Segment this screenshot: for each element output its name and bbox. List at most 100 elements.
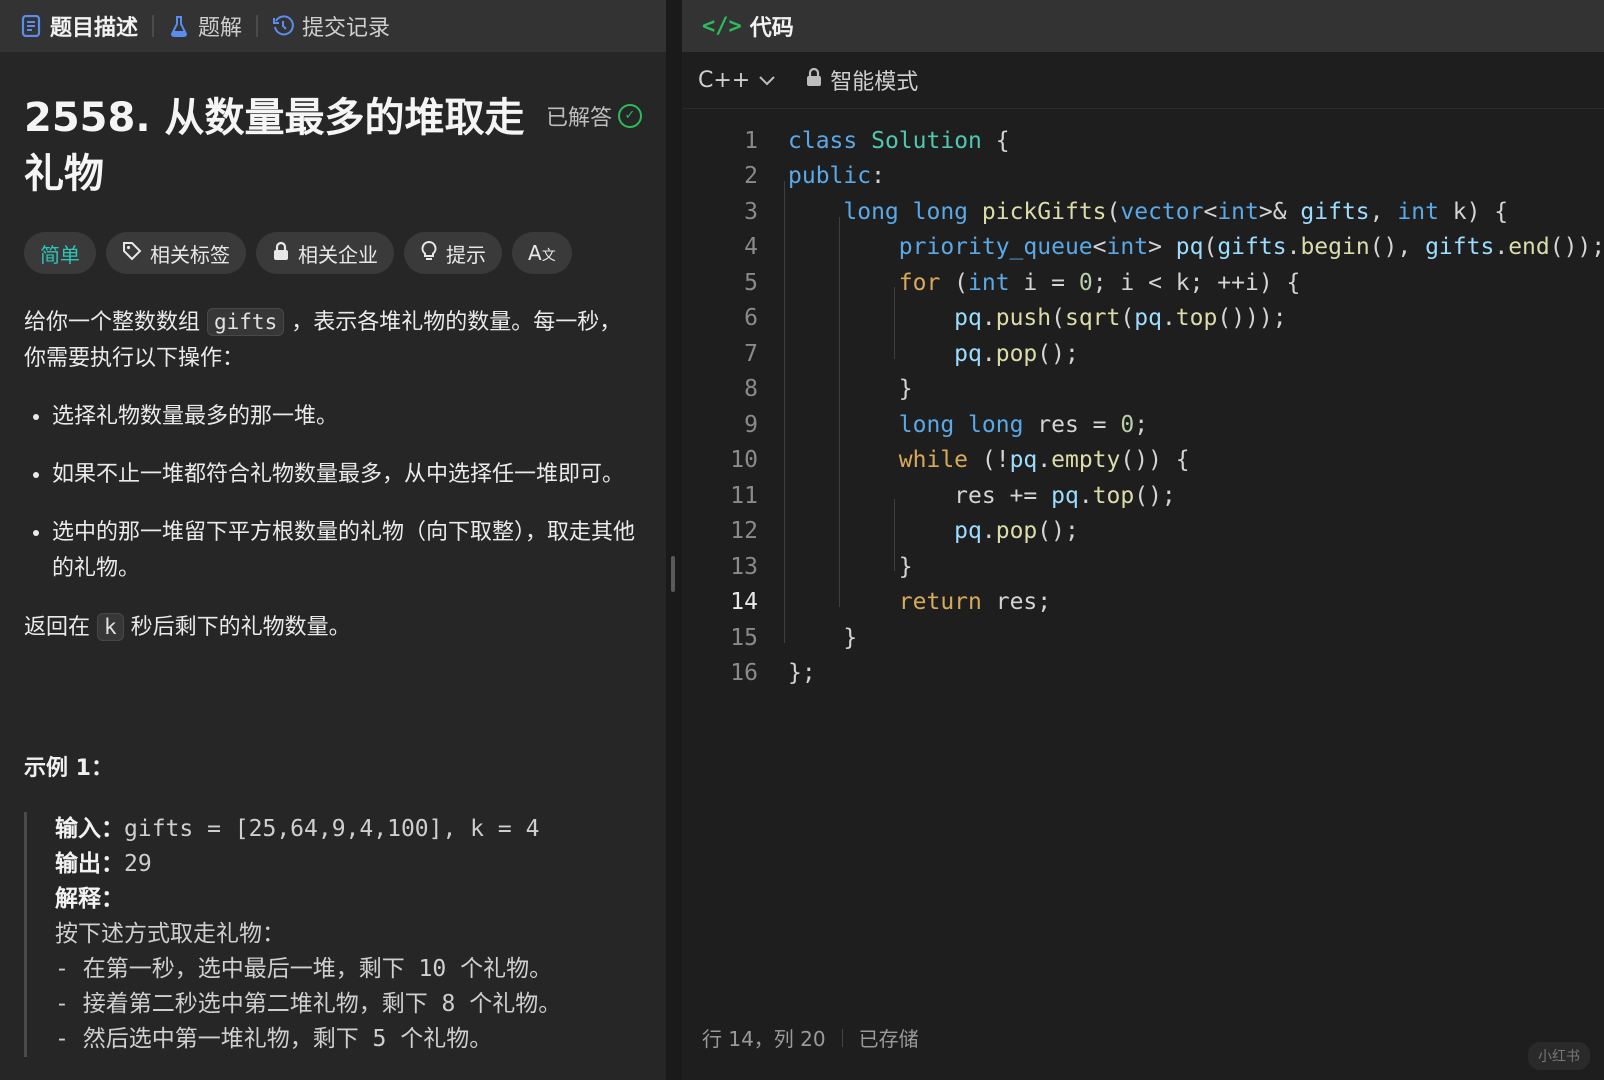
mode-toggle[interactable]: 智能模式 <box>806 64 918 96</box>
code-text: } <box>788 376 913 403</box>
example-output: 29 <box>124 851 152 877</box>
solved-badge: 已解答 ✓ <box>546 100 642 132</box>
history-icon <box>272 15 294 37</box>
code-line[interactable]: 15 } <box>682 620 1604 656</box>
tag-icon <box>122 241 142 266</box>
list-item: 选择礼物数量最多的那一堆。 <box>52 399 642 435</box>
translate-icon: A文 <box>528 241 556 265</box>
hint-label: 提示 <box>446 242 486 267</box>
example-input-label: 输入： <box>55 816 124 842</box>
operation-list: 选择礼物数量最多的那一堆。 如果不止一堆都符合礼物数量最多，从中选择任一堆即可。… <box>24 399 642 587</box>
code-line[interactable]: 12 pq.pop(); <box>682 514 1604 550</box>
code-line[interactable]: 3 long long pickGifts(vector<int>& gifts… <box>682 194 1604 230</box>
lightbulb-icon <box>420 240 438 267</box>
line-number: 16 <box>730 660 758 687</box>
language-label: C++ <box>698 67 751 93</box>
code-editor[interactable]: 1 class Solution { 2 public: 3 long long pic… <box>682 123 1604 691</box>
code-line[interactable]: 14 return res; <box>682 585 1604 621</box>
tab-solutions[interactable]: 题解 <box>168 10 256 42</box>
related-companies-label: 相关企业 <box>298 242 378 267</box>
related-tags-chip[interactable]: 相关标签 <box>106 232 246 274</box>
saved-status: 已存储 <box>858 1027 919 1051</box>
code-line[interactable]: 16}; <box>682 656 1604 692</box>
indent-guide <box>894 287 895 359</box>
line-number: 10 <box>730 447 758 474</box>
tag-chips: 简单 相关标签 相关企业 提示 A文 <box>24 232 642 274</box>
indent-guide <box>839 217 840 607</box>
chevron-down-icon <box>758 68 776 93</box>
code-line[interactable]: 4 priority_queue<int> pq(gifts.begin(), … <box>682 230 1604 266</box>
difficulty-chip[interactable]: 简单 <box>24 232 96 274</box>
code-line[interactable]: 2 public: <box>682 159 1604 195</box>
document-icon <box>20 15 42 37</box>
code-line[interactable]: 6 pq.push(sqrt(pq.top())); <box>682 301 1604 337</box>
flask-icon <box>168 15 190 37</box>
hint-chip[interactable]: 提示 <box>404 232 502 274</box>
line-number: 4 <box>744 234 758 261</box>
watermark: 小红书 <box>1528 1042 1590 1070</box>
line-number: 15 <box>730 624 758 651</box>
code-line[interactable]: 10 while (!pq.empty()) { <box>682 443 1604 479</box>
code-line[interactable]: 7 pq.pop(); <box>682 336 1604 372</box>
code-line[interactable]: 1 class Solution { <box>682 123 1604 159</box>
example-output-label: 输出： <box>55 851 124 877</box>
code-header: </> 代码 <box>682 0 1604 52</box>
code-line[interactable]: 8 } <box>682 372 1604 408</box>
intro-text: 给你一个整数数组 <box>24 310 207 335</box>
code-line[interactable]: 13 } <box>682 549 1604 585</box>
line-number: 1 <box>744 127 758 154</box>
line-number: 3 <box>744 198 758 225</box>
line-number: 5 <box>744 269 758 296</box>
status-bar: 行 14，列 20 已存储 <box>702 1023 919 1052</box>
example-input: gifts = [25,64,9,4,100], k = 4 <box>124 816 540 842</box>
indent-guide <box>894 499 895 571</box>
lock-icon <box>806 67 822 93</box>
example-block: 输入：gifts = [25,64,9,4,100], k = 4 输出：29 … <box>24 812 642 1057</box>
code-text: res += pq.top(); <box>788 482 1176 509</box>
problem-panel: 题目描述 题解 提交记录 2558. 从数量最多的堆取走 礼物 已解答 ✓ 简单… <box>0 0 666 1080</box>
code-text: for (int i = 0; i < k; ++i) { <box>898 269 1301 296</box>
panel-splitter[interactable] <box>666 0 682 1080</box>
line-number: 12 <box>730 518 758 545</box>
code-line[interactable]: 11 res += pq.top(); <box>682 478 1604 514</box>
problem-intro: 给你一个整数数组 gifts ，表示各堆礼物的数量。每一秒，你需要执行以下操作： <box>24 304 642 377</box>
tab-description[interactable]: 题目描述 <box>20 10 152 42</box>
code-text: public: <box>788 163 885 190</box>
line-number: 8 <box>744 376 758 403</box>
code-line[interactable]: 5 for (int i = 0; i < k; ++i) { <box>682 265 1604 301</box>
tab-submissions-label: 提交记录 <box>302 16 391 41</box>
code-icon: </> <box>702 13 742 39</box>
solved-label: 已解答 <box>545 106 612 131</box>
code-text: }; <box>788 660 816 687</box>
line-number: 6 <box>744 305 758 332</box>
return-text: 返回在 k 秒后剩下的礼物数量。 <box>24 609 642 646</box>
problem-title-line2: 礼物 <box>24 151 104 197</box>
code-line[interactable]: 9 long long res = 0; <box>682 407 1604 443</box>
status-divider <box>841 1028 843 1047</box>
code-header-label: 代码 <box>749 16 794 41</box>
line-number: 2 <box>744 163 758 190</box>
code-text: priority_queue<int> pq(gifts.begin(), gi… <box>898 234 1604 261</box>
line-number: 13 <box>730 553 758 580</box>
example-explain-label: 解释： <box>55 886 124 912</box>
problem-title[interactable]: 2558. 从数量最多的堆取走 礼物 <box>24 90 544 202</box>
left-tab-bar: 题目描述 题解 提交记录 <box>0 0 666 52</box>
return-text-pre: 返回在 <box>24 615 97 640</box>
language-select[interactable]: C++ <box>698 68 776 93</box>
example-title: 示例 1： <box>24 756 113 781</box>
translate-chip[interactable]: A文 <box>512 232 572 274</box>
code-text: long long pickGifts(vector<int>& gifts, … <box>843 198 1509 225</box>
splitter-handle[interactable] <box>671 556 675 592</box>
difficulty-label: 简单 <box>40 242 80 267</box>
example-line: - 在第一秒，选中最后一堆，剩下 10 个礼物。 <box>55 956 553 982</box>
tab-submissions[interactable]: 提交记录 <box>272 10 404 42</box>
editor-toolbar: C++ 智能模式 <box>682 52 1604 109</box>
related-companies-chip[interactable]: 相关企业 <box>256 232 394 274</box>
code-panel: </> 代码 C++ 智能模式 1 class Solution { 2 public… <box>682 0 1604 1080</box>
inline-code-gifts: gifts <box>207 308 285 336</box>
list-item: 选中的那一堆留下平方根数量的礼物（向下取整），取走其他的礼物。 <box>52 515 642 587</box>
lock-icon <box>272 241 290 266</box>
line-number: 7 <box>744 340 758 367</box>
indent-guide <box>784 181 785 643</box>
problem-content: 2558. 从数量最多的堆取走 礼物 已解答 ✓ 简单 相关标签 相关企业 提示… <box>0 90 666 1057</box>
